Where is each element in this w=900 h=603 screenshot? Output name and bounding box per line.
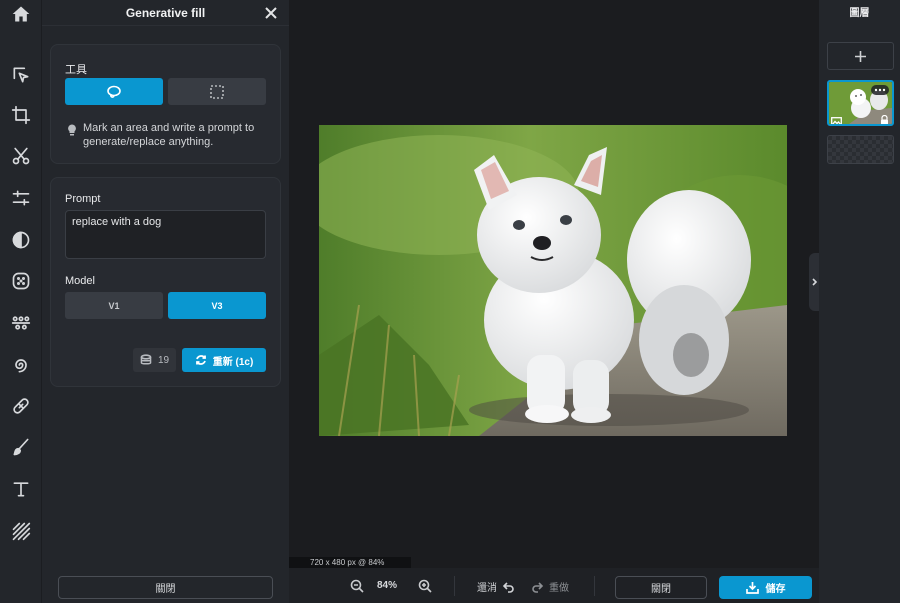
tool-label: 工具 xyxy=(65,64,87,76)
lasso-tool-option[interactable] xyxy=(65,78,163,105)
adjust-sliders-icon xyxy=(12,190,30,206)
rect-select-option[interactable] xyxy=(168,78,266,105)
refresh-icon xyxy=(195,355,206,365)
text-tool[interactable] xyxy=(0,474,42,504)
liquify-swirl-icon xyxy=(15,359,27,373)
layer-item-transparent[interactable] xyxy=(827,135,894,164)
prompt-label: Prompt xyxy=(65,193,101,205)
model-v1-option[interactable]: V1 xyxy=(65,292,163,319)
divider xyxy=(594,576,595,596)
liquify-tool[interactable] xyxy=(0,350,42,380)
redo-label: 重做 xyxy=(549,583,569,594)
home-icon xyxy=(12,6,30,22)
tool-card: 工具 Mark an area and write a prompt to ge… xyxy=(50,44,281,164)
lasso-icon xyxy=(107,85,121,98)
brush-tool[interactable] xyxy=(0,432,42,462)
home-button[interactable] xyxy=(0,0,42,28)
tool-hint: Mark an area and write a prompt to gener… xyxy=(83,122,255,148)
crop-tool[interactable] xyxy=(0,100,42,130)
chevron-right-icon xyxy=(811,278,817,286)
select-tool[interactable] xyxy=(0,60,42,90)
close-button[interactable]: 關閉 xyxy=(615,576,707,599)
pattern-tool[interactable] xyxy=(0,516,42,546)
filter-tool[interactable] xyxy=(0,266,42,296)
adjust-tool[interactable] xyxy=(0,183,42,213)
credits-stack-icon xyxy=(140,354,152,365)
heal-tool[interactable] xyxy=(0,391,42,421)
undo-button[interactable]: 還消 xyxy=(477,579,514,594)
model-v3-option[interactable]: V3 xyxy=(168,292,266,319)
bottom-bar: 84% 還消 重做 關閉 儲存 xyxy=(289,568,819,603)
prompt-input[interactable]: replace with a dog xyxy=(65,210,266,259)
image-layer-icon xyxy=(831,113,842,124)
panel-header: Generative fill xyxy=(42,0,289,26)
color-tool[interactable] xyxy=(0,225,42,255)
zoom-out-button[interactable] xyxy=(348,577,366,595)
download-icon xyxy=(745,582,759,594)
cut-icon xyxy=(12,147,30,165)
credits-badge: 19 xyxy=(133,348,176,372)
layers-panel: 圖層 xyxy=(819,0,900,603)
model-label: Model xyxy=(65,275,95,287)
layer-options-button[interactable] xyxy=(871,85,889,95)
regenerate-label: 重新 (1c) xyxy=(212,356,254,368)
close-panel-button[interactable] xyxy=(261,3,281,23)
redo-icon xyxy=(532,581,544,593)
lock-icon[interactable] xyxy=(880,112,889,124)
panel-close-button[interactable]: 關閉 xyxy=(58,576,273,599)
zoom-level: 84% xyxy=(377,580,398,591)
effects-icon xyxy=(11,316,31,330)
layer-item-photo[interactable] xyxy=(827,80,894,126)
close-icon xyxy=(265,7,277,19)
zoom-in-button[interactable] xyxy=(416,577,434,595)
zoom-in-icon xyxy=(418,579,432,593)
contrast-icon xyxy=(12,231,30,249)
lightbulb-icon xyxy=(66,123,78,136)
save-button[interactable]: 儲存 xyxy=(719,576,812,599)
size-readout: 720 x 480 px @ 84% xyxy=(289,557,411,568)
redo-button[interactable]: 重做 xyxy=(532,579,569,594)
select-arrow-icon xyxy=(13,67,29,83)
dog-photo-image xyxy=(319,125,787,436)
canvas-area: 720 x 480 px @ 84% xyxy=(289,0,819,568)
effects-tool[interactable] xyxy=(0,308,42,338)
filter-dots-icon xyxy=(12,272,30,290)
add-layer-button[interactable] xyxy=(827,42,894,70)
undo-label: 還消 xyxy=(477,583,497,594)
tool-rail xyxy=(0,0,42,603)
prompt-card: Prompt replace with a dog Model V1 V3 19… xyxy=(50,177,281,387)
layers-title: 圖層 xyxy=(849,8,870,19)
more-dots-icon xyxy=(874,88,886,92)
collapse-layers-tab[interactable] xyxy=(809,253,819,311)
panel-title: Generative fill xyxy=(125,5,206,20)
plus-icon xyxy=(855,50,866,62)
regenerate-button[interactable]: 重新 (1c) xyxy=(182,348,266,372)
credits-count: 19 xyxy=(157,354,170,366)
cut-tool[interactable] xyxy=(0,141,42,171)
zoom-out-icon xyxy=(350,579,364,593)
rect-select-icon xyxy=(210,84,224,99)
save-label: 儲存 xyxy=(765,584,786,595)
crop-icon xyxy=(11,105,31,125)
divider xyxy=(454,576,455,596)
brush-icon xyxy=(13,438,29,456)
text-icon xyxy=(13,482,29,497)
generative-fill-panel: Generative fill 工具 Mark an area and writ… xyxy=(42,0,289,603)
pattern-icon xyxy=(12,522,31,541)
canvas-photo[interactable] xyxy=(319,125,787,436)
undo-icon xyxy=(502,581,514,593)
bandage-heal-icon xyxy=(13,398,29,414)
